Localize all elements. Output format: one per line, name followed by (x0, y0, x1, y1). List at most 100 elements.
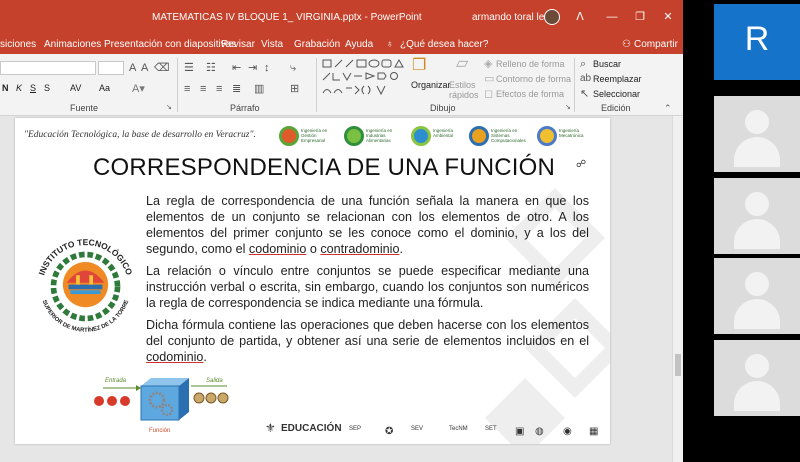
select-cursor-icon: ↖ (580, 88, 590, 100)
paragraph-3[interactable]: Dicha fórmula contiene las operaciones q… (146, 317, 589, 365)
smartart-icon[interactable]: ⊞ (290, 83, 299, 95)
align-right-icon[interactable]: ≡ (216, 83, 222, 95)
line-spacing-icon[interactable]: ↕ (264, 62, 270, 74)
slide-canvas[interactable]: "Educación Tecnológica, la base de desar… (15, 118, 610, 444)
search-icon: ⌕ (580, 58, 587, 70)
change-case-button[interactable]: Aa (99, 83, 110, 93)
tab-grabacion[interactable]: Grabación (294, 39, 340, 50)
person-icon (745, 272, 769, 296)
link-contradominio: contradominio (320, 242, 400, 256)
close-button[interactable]: ✕ (658, 8, 678, 26)
decrease-indent-icon[interactable]: ⇤ (232, 62, 241, 74)
person-icon (745, 354, 769, 378)
person-icon: ⚇ (622, 39, 631, 50)
title-bar: MATEMATICAS IV BLOQUE 1_ VIRGINIA.pptx -… (0, 0, 683, 36)
arrange-icon[interactable]: ❐ (412, 58, 426, 74)
sync-icon: ☍ (576, 159, 587, 170)
ribbon-tabs: siciones Animaciones Presentación con di… (0, 36, 683, 54)
font-size-box[interactable] (98, 61, 124, 75)
participant-tile[interactable] (714, 340, 800, 416)
footer-logos: ⚜ EDUCACIÓN SEP ✪ SEV TecNM SET ▣ ◍ ◉ ▦ (263, 420, 603, 442)
justify-icon[interactable]: ≣ (232, 83, 241, 95)
avatar[interactable] (544, 9, 560, 25)
screen: MATEMATICAS IV BLOQUE 1_ VIRGINIA.pptx -… (0, 0, 800, 462)
link-codominio: codominio (248, 242, 307, 256)
shapes-gallery[interactable] (322, 58, 408, 100)
footer-sev: SEV (411, 426, 424, 432)
tab-transiciones[interactable]: siciones (0, 39, 36, 50)
separator (316, 58, 317, 112)
institute-seal-logo: INSTITUTO TECNOLÓGICO SUPERIOR DE MARTÍN… (36, 237, 134, 334)
reemplazar-button[interactable]: Reemplazar (593, 74, 642, 84)
bold-button[interactable]: N (2, 83, 9, 93)
share-button[interactable]: Compartir (634, 39, 678, 50)
dialog-launcher-icon[interactable]: ↘ (166, 102, 172, 114)
group-label-edicion: Edición (601, 103, 631, 113)
powerpoint-window: MATEMATICAS IV BLOQUE 1_ VIRGINIA.pptx -… (0, 0, 683, 462)
function-machine-diagram: Entrada Salida Función (94, 378, 229, 434)
shape-outline-button[interactable]: Contorno de forma (496, 74, 571, 84)
person-icon (745, 110, 769, 134)
numbering-icon[interactable]: ☷ (206, 62, 216, 74)
person-icon (745, 192, 769, 216)
organizar-button[interactable]: Organizar (411, 80, 451, 90)
ribbon: A A ⌫ N K S S AV Aa A▾ Fuente ↘ ☰ ☷ ⇤ ⇥ … (0, 54, 683, 116)
buscar-button[interactable]: Buscar (593, 59, 621, 69)
veracruz-seal-icon: ✪ (385, 426, 394, 437)
tab-animaciones[interactable]: Animaciones (44, 39, 101, 50)
participants-panel: R (683, 0, 800, 462)
separator (574, 58, 575, 112)
tab-revisar[interactable]: Revisar (221, 39, 255, 50)
shadow-button[interactable]: S (44, 83, 50, 93)
font-name-box[interactable] (0, 61, 96, 75)
group-label-dibujo: Dibujo (430, 103, 456, 113)
diagram-entrada-label: Entrada (105, 378, 127, 384)
government-seal-icon: ⚜ (265, 421, 276, 435)
minimize-button[interactable]: — (602, 8, 622, 26)
effects-icon: ◻ (484, 88, 494, 100)
participant-tile[interactable] (714, 258, 800, 334)
quick-styles-button[interactable]: Estilos rápidos (449, 80, 479, 100)
tab-vista[interactable]: Vista (261, 39, 283, 50)
shape-fill-button[interactable]: Relleno de forma (496, 59, 565, 69)
diagram-funcion-label: Función (149, 428, 170, 434)
shrink-font-icon[interactable]: A (141, 62, 148, 74)
align-left-icon[interactable]: ≡ (184, 83, 190, 95)
seleccionar-button[interactable]: Seleccionar (593, 89, 640, 99)
font-color-icon[interactable]: A▾ (132, 83, 145, 95)
align-center-icon[interactable]: ≡ (200, 83, 206, 95)
tab-ayuda[interactable]: Ayuda (345, 39, 373, 50)
slide-title[interactable]: CORRESPONDENCIA DE UNA FUNCIÓN (93, 154, 555, 182)
user-name[interactable]: armando toral leon (472, 12, 555, 23)
vertical-scrollbar[interactable] (672, 116, 683, 462)
participant-tile[interactable] (714, 96, 800, 172)
footer-tecnm: TecNM (449, 426, 468, 432)
increase-indent-icon[interactable]: ⇥ (248, 62, 257, 74)
participant-tile[interactable] (714, 178, 800, 254)
footer-set: SET (485, 426, 497, 432)
text-direction-icon[interactable]: ⤷ (290, 62, 296, 74)
quick-styles-icon[interactable]: ▱ (456, 56, 468, 72)
participant-tile-active[interactable]: R (714, 4, 800, 80)
outline-icon: ▭ (484, 73, 495, 85)
underline-button[interactable]: S (30, 83, 36, 93)
tell-me-search[interactable]: ¿Qué desea hacer? (400, 39, 488, 50)
maximize-button[interactable]: ❐ (630, 8, 650, 26)
window-title: MATEMATICAS IV BLOQUE 1_ VIRGINIA.pptx -… (152, 12, 422, 23)
shape-effects-button[interactable]: Efectos de forma (496, 89, 564, 99)
clear-format-icon[interactable]: ⌫ (154, 62, 170, 74)
spacing-button[interactable]: AV (70, 83, 81, 93)
italic-button[interactable]: K (16, 83, 22, 93)
bullets-icon[interactable]: ☰ (184, 62, 194, 74)
ribbon-display-button[interactable]: ᐱ (570, 8, 590, 26)
paragraph-2[interactable]: La relación o vínculo entre conjuntos se… (146, 263, 589, 311)
paragraph-1[interactable]: La regla de correspondencia de una funci… (146, 193, 589, 257)
dialog-launcher-icon[interactable]: ↘ (565, 102, 571, 114)
columns-icon[interactable]: ▥ (254, 83, 264, 95)
group-label-fuente: Fuente (70, 103, 99, 113)
grow-font-icon[interactable]: A (129, 62, 136, 74)
diagram-salida-label: Salida (206, 378, 223, 384)
tab-presentacion[interactable]: Presentación con diapositivas (104, 39, 236, 50)
scrollbar-thumb[interactable] (675, 354, 681, 376)
collapse-ribbon-icon[interactable]: ⌃ (664, 102, 672, 114)
